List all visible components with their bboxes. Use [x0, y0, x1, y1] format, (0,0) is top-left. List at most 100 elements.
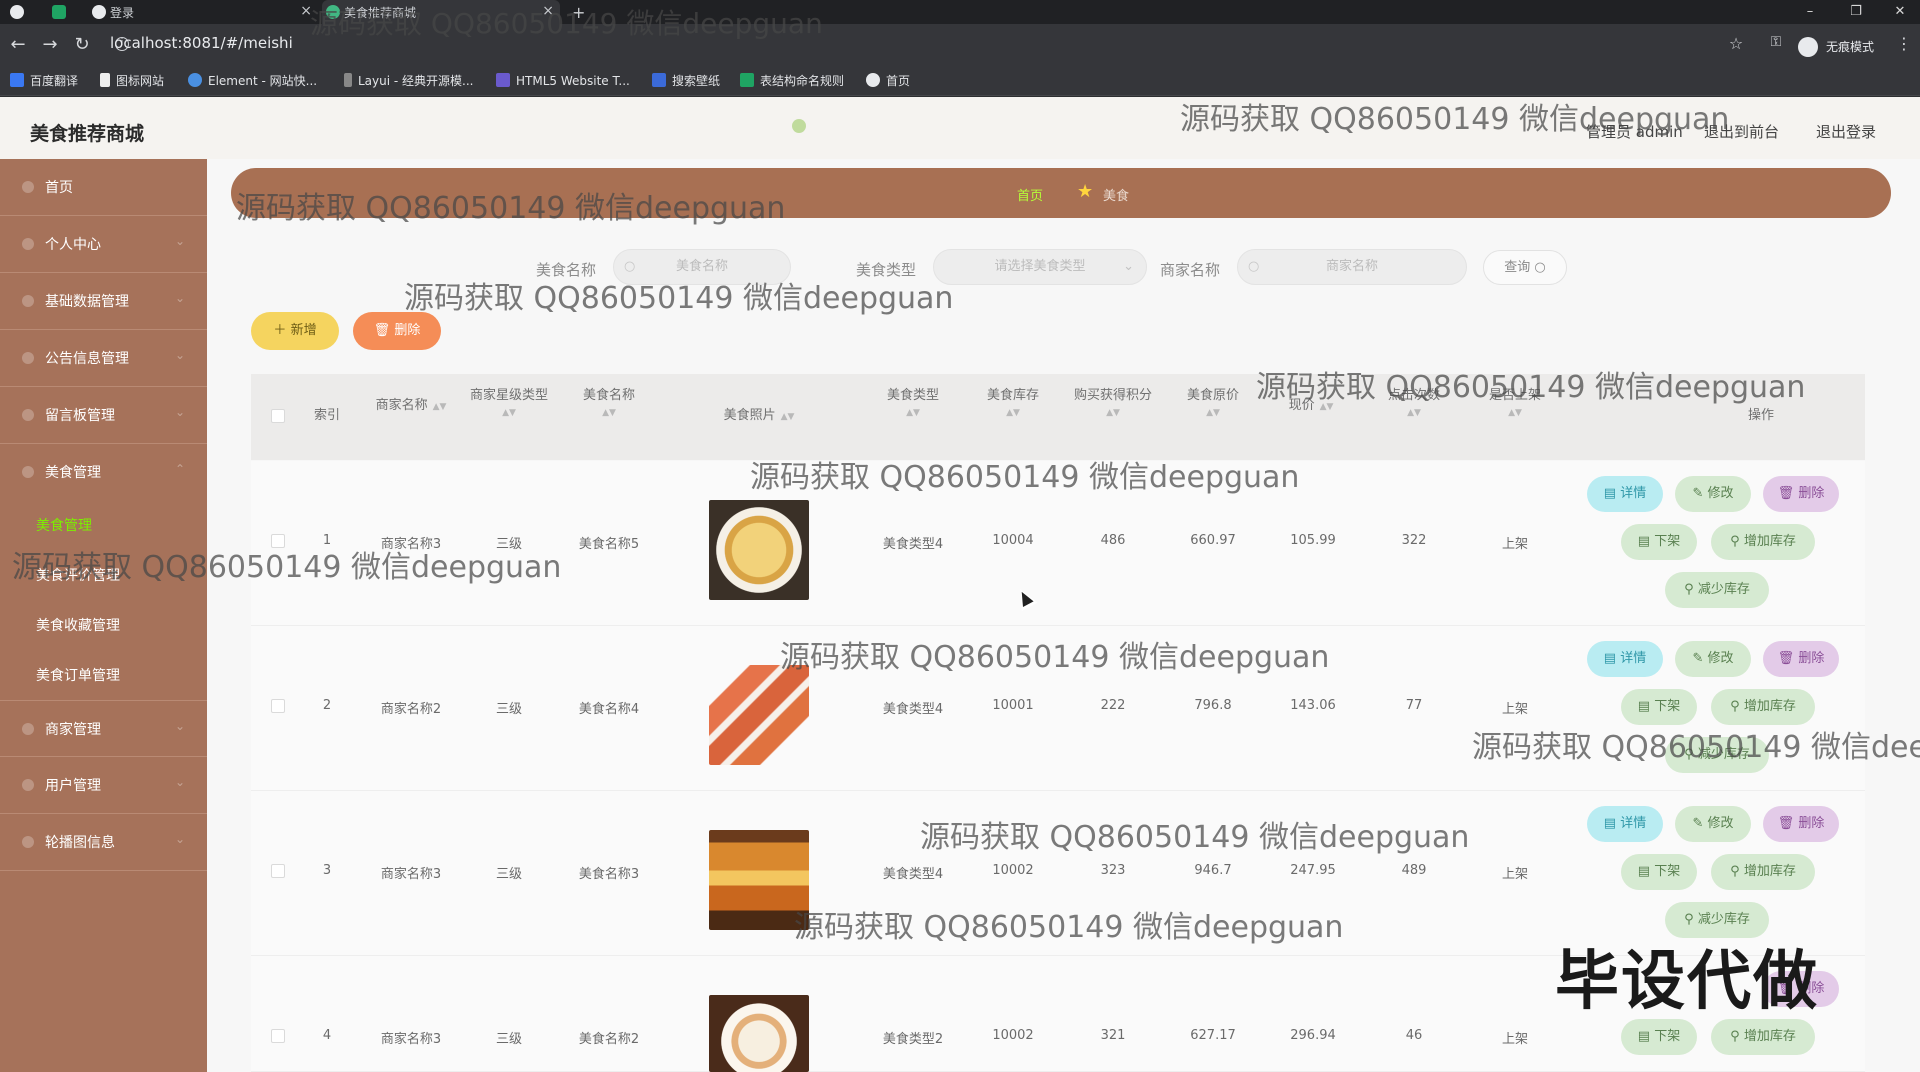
row-status: 上架	[1501, 867, 1528, 882]
back-icon[interactable]: ←	[6, 34, 30, 55]
back-to-front-link[interactable]: 退出到前台	[1704, 121, 1779, 142]
food-photo[interactable]	[709, 995, 809, 1072]
row-merchant: 商家名称3	[380, 867, 442, 882]
select-all-checkbox[interactable]	[271, 409, 285, 423]
add-stock-button[interactable]: ⚲ 增加库存	[1711, 689, 1815, 725]
sidebar-item-notice[interactable]: 公告信息管理 ⌄	[0, 330, 207, 387]
take-down-button[interactable]: ▤ 下架	[1621, 689, 1697, 725]
sidebar-item-carousel[interactable]: 轮播图信息 ⌄	[0, 814, 207, 871]
food-name-input[interactable]: ○ 美食名称	[613, 249, 791, 285]
col-type[interactable]: 美食类型 ▲▼	[873, 384, 953, 418]
sidebar-item-basedata[interactable]: 基础数据管理 ⌄	[0, 273, 207, 330]
forward-icon[interactable]: →	[38, 34, 62, 55]
close-icon[interactable]: ×	[542, 3, 554, 19]
col-merchant[interactable]: 商家名称 ▲▼	[351, 394, 471, 418]
col-price[interactable]: 现价 ▲▼	[1271, 394, 1351, 418]
row-checkbox[interactable]	[271, 1029, 285, 1043]
sidebar-item-merchant[interactable]: 商家管理 ⌄	[0, 700, 207, 757]
sidebar-subitem-food[interactable]: 美食管理	[36, 515, 92, 535]
tab-login[interactable]: 登录 ×	[88, 0, 318, 24]
restore-icon[interactable]: ❐	[1836, 0, 1876, 24]
row-type: 美食类型2	[882, 1032, 944, 1047]
col-star[interactable]: 商家星级类型 ▲▼	[469, 384, 549, 418]
col-photo[interactable]: 美食照片 ▲▼	[699, 404, 819, 428]
incognito-label: 无痕模式	[1826, 40, 1875, 54]
bookmark-star-icon[interactable]: ☆	[1724, 34, 1748, 53]
col-orig-price[interactable]: 美食原价 ▲▼	[1173, 384, 1253, 418]
sidebar-subitem-review[interactable]: 美食评价管理	[36, 565, 120, 585]
row-star: 三级	[495, 867, 522, 882]
take-down-button[interactable]: ▤ 下架	[1621, 1019, 1697, 1055]
col-stock[interactable]: 美食库存 ▲▼	[973, 384, 1053, 418]
add-stock-button[interactable]: ⚲ 增加库存	[1711, 854, 1815, 890]
sidebar-subitem-order[interactable]: 美食订单管理	[36, 665, 120, 685]
row-checkbox[interactable]	[271, 864, 285, 878]
row-points: 222	[1100, 698, 1126, 713]
edit-button[interactable]: ✎ 修改	[1675, 806, 1751, 842]
row-checkbox[interactable]	[271, 699, 285, 713]
key-icon[interactable]: ⚿	[1764, 34, 1788, 50]
bookmark-item[interactable]: Layui - 经典开源模...	[344, 66, 473, 96]
add-button[interactable]: ＋ 新增	[251, 312, 339, 350]
sidebar-item-label: 首页	[45, 180, 73, 196]
breadcrumb-home[interactable]: 首页	[1017, 185, 1043, 204]
pinned-tab[interactable]	[48, 0, 82, 24]
user-label: 管理员 admin	[1586, 123, 1683, 141]
browser-menu-tab[interactable]	[6, 0, 40, 24]
food-type-select[interactable]: 请选择美食类型 ⌄	[933, 249, 1147, 285]
col-food-name[interactable]: 美食名称 ▲▼	[569, 384, 649, 418]
food-photo[interactable]	[709, 830, 809, 930]
chevron-up-icon: ⌃	[174, 462, 185, 476]
bookmark-item[interactable]: 首页	[866, 66, 910, 96]
take-down-button[interactable]: ▤ 下架	[1621, 854, 1697, 890]
query-button[interactable]: 查询 ○	[1483, 250, 1567, 285]
window-close-icon[interactable]: ✕	[1880, 0, 1920, 24]
edit-button[interactable]: ✎ 修改	[1675, 476, 1751, 512]
bookmark-item[interactable]: HTML5 Website T...	[496, 66, 630, 96]
detail-button[interactable]: ▤ 详情	[1587, 641, 1663, 677]
logout-link[interactable]: 退出登录	[1816, 121, 1876, 142]
detail-button[interactable]: ▤ 详情	[1587, 476, 1663, 512]
row-stock: 10004	[992, 533, 1034, 548]
batch-delete-button[interactable]: 🗑 删除	[353, 312, 441, 350]
delete-button-label: 删除	[394, 323, 421, 338]
row-star: 三级	[495, 537, 522, 552]
delete-button[interactable]: 🗑 删除	[1763, 806, 1839, 842]
minimize-icon[interactable]: –	[1790, 0, 1830, 24]
sidebar-subitem-favorite[interactable]: 美食收藏管理	[36, 615, 120, 635]
bookmark-item[interactable]: 图标网站	[100, 66, 164, 96]
add-stock-button[interactable]: ⚲ 增加库存	[1711, 524, 1815, 560]
bookmark-item[interactable]: 搜索壁纸	[652, 66, 720, 96]
merchant-name-input[interactable]: ○ 商家名称	[1237, 249, 1467, 285]
browser-menu-icon[interactable]: ⋮	[1892, 34, 1916, 53]
col-clicks[interactable]: 点击次数 ▲▼	[1374, 384, 1454, 418]
close-icon[interactable]: ×	[300, 3, 312, 19]
bookmark-item[interactable]: Element - 网站快...	[188, 66, 317, 96]
take-down-button[interactable]: ▤ 下架	[1621, 524, 1697, 560]
new-tab-button[interactable]: +	[572, 0, 596, 24]
food-photo[interactable]	[709, 665, 809, 765]
row-points: 486	[1100, 533, 1126, 548]
sidebar-item-profile[interactable]: 个人中心 ⌄	[0, 216, 207, 273]
sidebar-item-food[interactable]: 美食管理 ⌃	[0, 444, 207, 501]
reduce-stock-button[interactable]: ⚲ 减少库存	[1665, 737, 1769, 773]
sidebar-item-message[interactable]: 留言板管理 ⌄	[0, 387, 207, 444]
food-photo[interactable]	[709, 500, 809, 600]
delete-button[interactable]: 🗑 删除	[1763, 476, 1839, 512]
col-status[interactable]: 是否上架 ▲▼	[1475, 384, 1555, 418]
add-stock-button[interactable]: ⚲ 增加库存	[1711, 1019, 1815, 1055]
bookmark-item[interactable]: 百度翻译	[10, 66, 78, 96]
delete-button[interactable]: 🗑 删除	[1763, 641, 1839, 677]
reload-icon[interactable]: ↻	[70, 34, 94, 55]
bookmark-item[interactable]: 表结构命名规则	[740, 66, 844, 96]
detail-button[interactable]: ▤ 详情	[1587, 806, 1663, 842]
row-food-name: 美食名称2	[578, 1032, 640, 1047]
col-points[interactable]: 购买获得积分 ▲▼	[1063, 384, 1163, 418]
sidebar-item-users[interactable]: 用户管理 ⌄	[0, 757, 207, 814]
url-field[interactable]: localhost:8081/#/meishi	[110, 34, 293, 52]
row-checkbox[interactable]	[271, 534, 285, 548]
tab-active[interactable]: 美食推荐商城 ×	[322, 0, 560, 24]
edit-button[interactable]: ✎ 修改	[1675, 641, 1751, 677]
sidebar-item-home[interactable]: 首页	[0, 159, 207, 216]
reduce-stock-button[interactable]: ⚲ 减少库存	[1665, 572, 1769, 608]
